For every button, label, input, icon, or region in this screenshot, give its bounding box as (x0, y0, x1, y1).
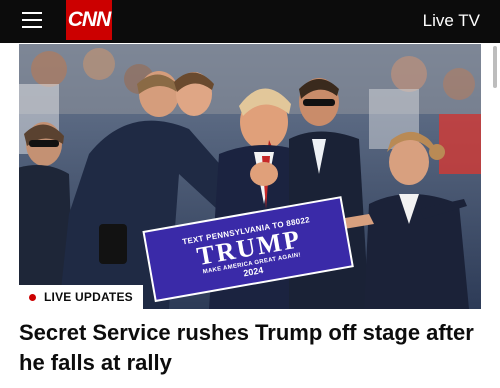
live-updates-label: LIVE UPDATES (44, 290, 133, 304)
top-navigation-bar: CNN Live TV (0, 0, 500, 43)
live-updates-badge[interactable]: LIVE UPDATES (19, 285, 143, 309)
hero-image[interactable]: TEXT PENNSYLVANIA TO 88022 TRUMP MAKE AM… (19, 44, 481, 309)
scrollbar-thumb[interactable] (493, 46, 497, 88)
article-headline[interactable]: Secret Service rushes Trump off stage af… (19, 318, 481, 378)
live-dot-icon (29, 293, 36, 301)
live-tv-link[interactable]: Live TV (423, 11, 480, 31)
hamburger-menu-icon[interactable] (22, 10, 42, 30)
cnn-logo[interactable]: CNN (66, 0, 112, 40)
